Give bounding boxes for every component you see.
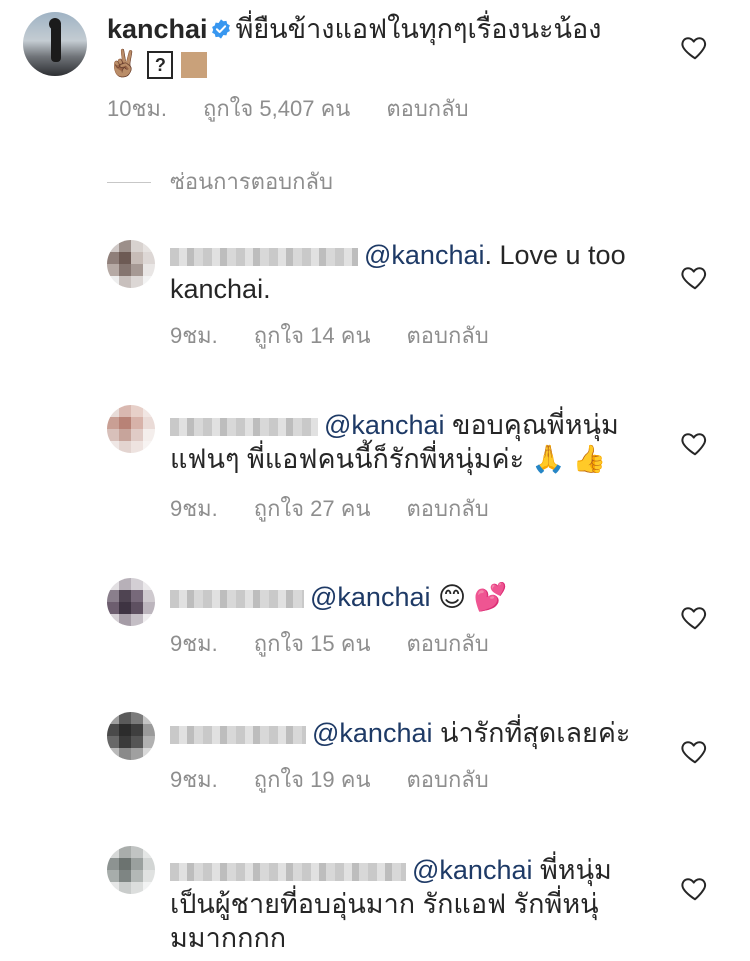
blurred-username[interactable] bbox=[170, 862, 406, 881]
blurred-username[interactable] bbox=[170, 247, 358, 266]
main-comment-username[interactable]: kanchai bbox=[107, 14, 208, 44]
reply-1-likes[interactable]: ถูกใจ 14 คน bbox=[254, 322, 371, 350]
reply-4-mention[interactable]: @kanchai bbox=[312, 718, 432, 748]
avatar-reply-3[interactable] bbox=[107, 578, 155, 626]
heart-outline-icon[interactable] bbox=[680, 262, 710, 292]
reply-3-likes[interactable]: ถูกใจ 15 คน bbox=[254, 630, 371, 658]
reply-4-reply-button[interactable]: ตอบกลับ bbox=[407, 766, 489, 794]
reply-2-body: @kanchai ขอบคุณพี่หนุ่ม แฟนๆ พี่แอฟคนนี้… bbox=[170, 408, 665, 476]
hide-replies-divider bbox=[107, 182, 151, 183]
main-comment-emoji: ✌🏽 bbox=[107, 48, 140, 78]
main-comment-time: 10ชม. bbox=[107, 96, 168, 121]
hide-replies-button[interactable]: ซ่อนการตอบกลับ bbox=[170, 168, 333, 196]
heart-outline-icon[interactable] bbox=[680, 736, 710, 766]
reply-4-meta: 9ชม. ถูกใจ 19 คน ตอบกลับ bbox=[170, 766, 489, 794]
reply-1-body: @kanchai. Love u too kanchai. bbox=[170, 238, 660, 306]
main-comment-likes[interactable]: ถูกใจ 5,407 คน bbox=[203, 95, 350, 123]
blurred-username[interactable] bbox=[170, 725, 306, 744]
reply-5-body: @kanchai พี่หนุ่ม เป็นผู้ชายที่อบอุ่นมาก… bbox=[170, 853, 665, 955]
reply-4-likes[interactable]: ถูกใจ 19 คน bbox=[254, 766, 371, 794]
main-comment-reply-button[interactable]: ตอบกลับ bbox=[386, 95, 468, 123]
heart-outline-icon[interactable] bbox=[680, 32, 710, 62]
heart-outline-icon[interactable] bbox=[680, 602, 710, 632]
reply-1-reply-button[interactable]: ตอบกลับ bbox=[407, 322, 489, 350]
reply-3-text: 😊 💕 bbox=[430, 582, 508, 612]
reply-4-text: น่ารักที่สุดเลยค่ะ bbox=[432, 718, 631, 748]
reply-5-text-line3: มมากกกก bbox=[170, 923, 287, 953]
skin-tone-swatch-icon bbox=[181, 51, 208, 78]
blurred-username[interactable] bbox=[170, 589, 304, 608]
reply-3-time: 9ชม. bbox=[170, 631, 218, 656]
heart-outline-icon[interactable] bbox=[680, 873, 710, 903]
reply-3-meta: 9ชม. ถูกใจ 15 คน ตอบกลับ bbox=[170, 630, 489, 658]
unknown-glyph-icon: ? bbox=[147, 50, 174, 79]
reply-2-text-line2: แฟนๆ พี่แอฟคนนี้ก็รักพี่หนุ่มค่ะ 🙏 👍 bbox=[170, 444, 607, 474]
reply-1-text-line2: kanchai. bbox=[170, 274, 271, 304]
reply-3-body: @kanchai 😊 💕 bbox=[170, 580, 660, 614]
reply-1-text: . Love u too bbox=[484, 240, 626, 270]
reply-1-mention[interactable]: @kanchai bbox=[364, 240, 484, 270]
heart-outline-icon[interactable] bbox=[680, 428, 710, 458]
reply-3-mention[interactable]: @kanchai bbox=[310, 582, 430, 612]
reply-2-mention[interactable]: @kanchai bbox=[324, 410, 444, 440]
main-comment-text: พี่ยืนข้างแอฟในทุกๆเรื่องนะน้อง bbox=[235, 14, 602, 44]
reply-5-text-line2: เป็นผู้ชายที่อบอุ่นมาก รักแอฟ รักพี่หนุ่ bbox=[170, 889, 599, 919]
reply-2-reply-button[interactable]: ตอบกลับ bbox=[407, 495, 489, 523]
avatar-reply-5[interactable] bbox=[107, 846, 155, 894]
reply-3-reply-button[interactable]: ตอบกลับ bbox=[407, 630, 489, 658]
reply-2-likes[interactable]: ถูกใจ 27 คน bbox=[254, 495, 371, 523]
main-comment-body: kanchai พี่ยืนข้างแอฟในทุกๆเรื่องนะน้อง ✌… bbox=[107, 12, 667, 80]
reply-2-text: ขอบคุณพี่หนุ่ม bbox=[444, 410, 619, 440]
reply-2-time: 9ชม. bbox=[170, 496, 218, 521]
reply-5-text: พี่หนุ่ม bbox=[532, 855, 612, 885]
avatar-reply-4[interactable] bbox=[107, 712, 155, 760]
avatar-reply-2[interactable] bbox=[107, 405, 155, 453]
blurred-username[interactable] bbox=[170, 417, 318, 436]
main-comment-meta: 10ชม. ถูกใจ 5,407 คน ตอบกลับ bbox=[107, 95, 469, 123]
reply-1-meta: 9ชม. ถูกใจ 14 คน ตอบกลับ bbox=[170, 322, 489, 350]
reply-2-meta: 9ชม. ถูกใจ 27 คน ตอบกลับ bbox=[170, 495, 489, 523]
reply-1-time: 9ชม. bbox=[170, 323, 218, 348]
avatar-reply-1[interactable] bbox=[107, 240, 155, 288]
reply-4-time: 9ชม. bbox=[170, 767, 218, 792]
verified-badge-icon bbox=[211, 19, 230, 39]
avatar-kanchai[interactable] bbox=[23, 12, 87, 76]
reply-5-mention[interactable]: @kanchai bbox=[412, 855, 532, 885]
reply-4-body: @kanchai น่ารักที่สุดเลยค่ะ bbox=[170, 716, 660, 750]
